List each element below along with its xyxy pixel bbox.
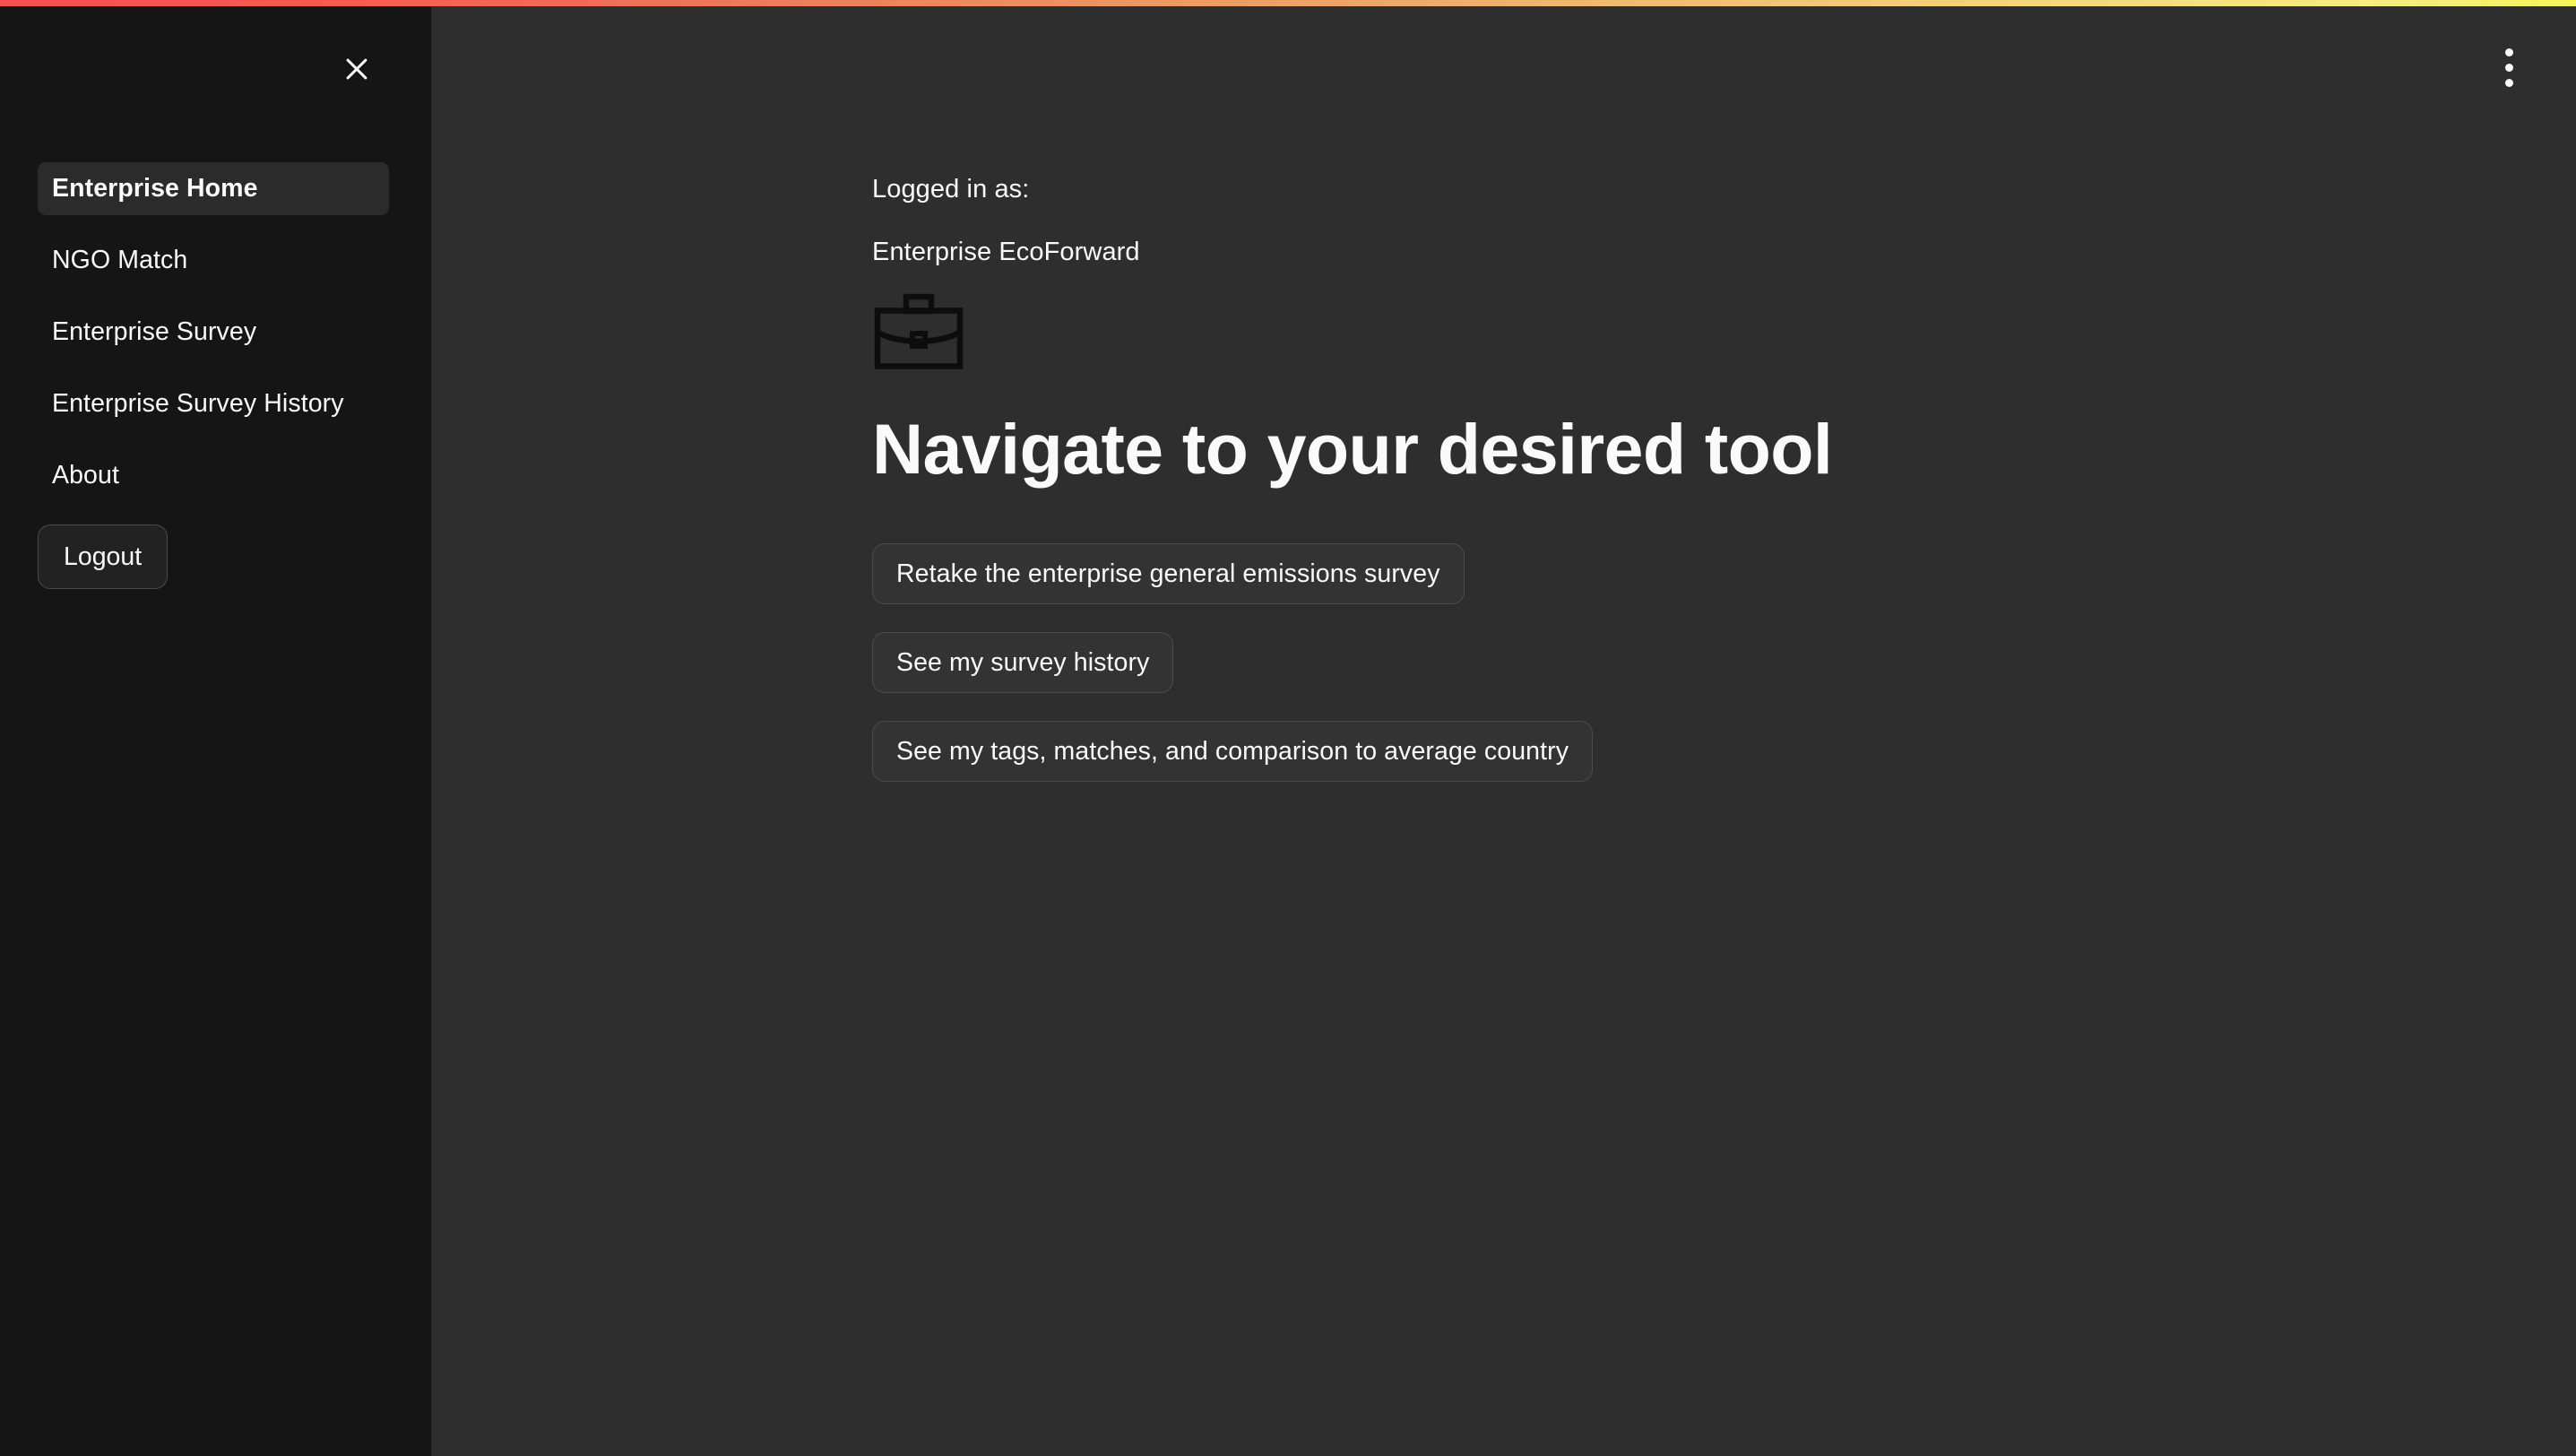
page-title: Navigate to your desired tool	[872, 409, 1833, 490]
top-gradient-bar	[0, 0, 2576, 6]
see-survey-history-button[interactable]: See my survey history	[872, 632, 1174, 694]
app-root: Enterprise Home NGO Match Enterprise Sur…	[0, 0, 2576, 1456]
sidebar-item-label: Enterprise Home	[52, 174, 258, 204]
sidebar: Enterprise Home NGO Match Enterprise Sur…	[0, 0, 431, 1456]
sidebar-item-enterprise-home[interactable]: Enterprise Home	[38, 162, 389, 215]
sidebar-close-button[interactable]	[332, 47, 382, 91]
retake-survey-button[interactable]: Retake the enterprise general emissions …	[872, 543, 1465, 605]
enterprise-name: Enterprise EcoForward	[872, 238, 1140, 267]
kebab-dot	[2504, 78, 2513, 87]
sidebar-item-enterprise-survey[interactable]: Enterprise Survey	[38, 306, 389, 359]
sidebar-item-ngo-match[interactable]: NGO Match	[38, 234, 389, 287]
sidebar-nav: Enterprise Home NGO Match Enterprise Sur…	[0, 162, 431, 521]
sidebar-item-label: Enterprise Survey History	[52, 389, 344, 419]
logged-in-label: Logged in as:	[872, 175, 1030, 204]
logout-button[interactable]: Logout	[38, 524, 169, 589]
close-icon	[341, 54, 372, 84]
sidebar-item-label: About	[52, 461, 119, 490]
main-content: Logged in as: Enterprise EcoForward Navi…	[431, 0, 2576, 1456]
briefcase-icon	[874, 293, 964, 369]
sidebar-item-label: Enterprise Survey	[52, 317, 257, 347]
kebab-dot	[2504, 63, 2513, 72]
sidebar-item-label: NGO Match	[52, 246, 188, 275]
action-buttons-group: Retake the enterprise general emissions …	[872, 543, 2396, 783]
sidebar-item-enterprise-survey-history[interactable]: Enterprise Survey History	[38, 377, 389, 430]
content-block: Logged in as: Enterprise EcoForward Navi…	[872, 170, 2396, 783]
sidebar-item-about[interactable]: About	[38, 449, 389, 502]
kebab-dot	[2504, 48, 2513, 56]
more-options-icon[interactable]	[2479, 38, 2538, 97]
see-tags-matches-comparison-button[interactable]: See my tags, matches, and comparison to …	[872, 721, 1594, 783]
